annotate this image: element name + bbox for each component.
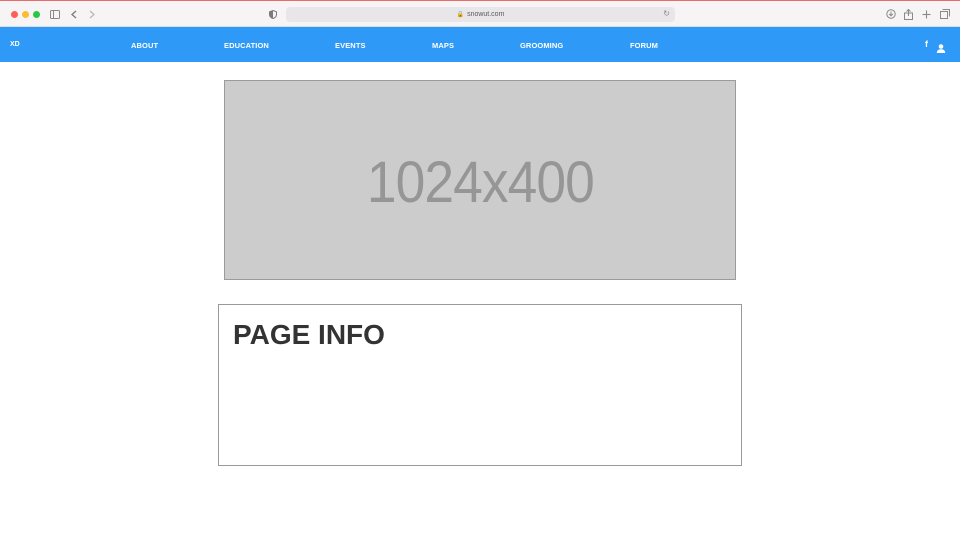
nav-item-events[interactable]: EVENTS xyxy=(335,41,366,50)
nav-item-grooming[interactable]: GROOMING xyxy=(520,41,563,50)
page-info-title: PAGE INFO xyxy=(233,319,385,350)
url-text: snowut.com xyxy=(467,11,505,18)
user-account-icon[interactable] xyxy=(936,40,946,53)
new-tab-icon[interactable] xyxy=(921,7,932,21)
nav-item-education[interactable]: EDUCATION xyxy=(224,41,269,50)
lock-icon: 🔒 xyxy=(456,12,465,18)
nav-item-forum[interactable]: FORUM xyxy=(630,41,658,50)
placeholder-dimensions-text: 1024x400 xyxy=(366,149,594,215)
downloads-icon[interactable] xyxy=(885,7,896,21)
forward-icon[interactable] xyxy=(88,7,96,21)
hero-image-placeholder: 1024x400 xyxy=(224,80,736,280)
reload-icon[interactable]: ↻ xyxy=(663,9,670,18)
page-info-panel: PAGE INFO xyxy=(218,304,742,466)
sidebar-toggle-icon[interactable] xyxy=(50,7,60,21)
site-logo[interactable]: XD xyxy=(10,41,20,48)
browser-toolbar: 🔒 snowut.com ↻ xyxy=(0,0,960,27)
close-window-button[interactable] xyxy=(11,11,18,18)
share-icon[interactable] xyxy=(903,7,914,21)
zoom-window-button[interactable] xyxy=(33,11,40,18)
nav-item-maps[interactable]: MAPS xyxy=(432,41,454,50)
nav-item-about[interactable]: ABOUT xyxy=(131,41,158,50)
back-icon[interactable] xyxy=(70,7,78,21)
site-navbar: XD ABOUT EDUCATION EVENTS MAPS GROOMING … xyxy=(0,27,960,62)
minimize-window-button[interactable] xyxy=(22,11,29,18)
address-bar[interactable]: 🔒 snowut.com ↻ xyxy=(286,7,675,22)
facebook-icon[interactable]: f xyxy=(925,39,928,49)
tab-overview-icon[interactable] xyxy=(939,7,950,21)
privacy-shield-icon[interactable] xyxy=(268,7,278,21)
